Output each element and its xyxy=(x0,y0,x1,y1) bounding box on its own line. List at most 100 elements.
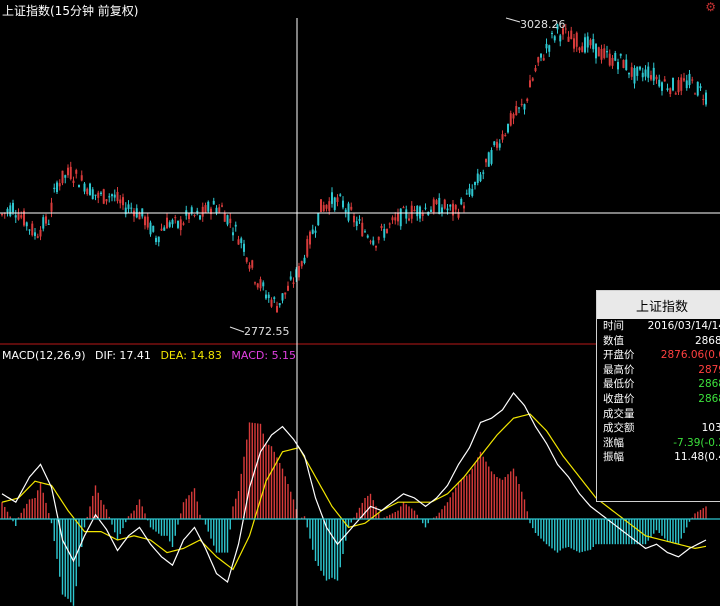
candle-body xyxy=(34,232,36,236)
candle-body xyxy=(146,216,149,228)
info-row-label: 成交额 xyxy=(603,422,635,435)
settings-icon[interactable]: ⚙ xyxy=(705,0,716,14)
candle-body xyxy=(540,53,542,58)
candle-body xyxy=(91,189,94,200)
candle-body xyxy=(333,197,336,210)
candle-body xyxy=(64,175,67,178)
candle-body xyxy=(25,222,28,227)
candle-body xyxy=(575,32,578,47)
candle-body xyxy=(105,199,108,202)
candle-body xyxy=(45,216,47,224)
candle-body xyxy=(53,187,56,189)
candle-body xyxy=(424,207,427,209)
candle-body xyxy=(353,215,355,223)
candle-body xyxy=(160,228,163,231)
candle-body xyxy=(83,183,86,192)
candle-body xyxy=(463,205,465,209)
candle-body xyxy=(614,52,617,61)
candle-body xyxy=(232,232,234,236)
candle-body xyxy=(265,294,267,299)
candle-body xyxy=(661,82,663,91)
candle-body xyxy=(523,104,526,110)
candle-body xyxy=(611,57,614,66)
candle-body xyxy=(394,217,397,221)
candle-body xyxy=(446,208,449,211)
candle-body xyxy=(559,35,562,42)
candle-body xyxy=(223,212,226,222)
candle-body xyxy=(460,199,463,205)
candle-body xyxy=(487,152,490,167)
info-row-label: 时间 xyxy=(603,320,624,332)
candle-body xyxy=(201,206,204,217)
candle-body xyxy=(545,43,548,49)
candle-body xyxy=(416,205,419,217)
candle-body xyxy=(328,201,331,211)
info-row-value: 2868 xyxy=(698,392,720,405)
candle-body xyxy=(454,205,457,210)
info-row: 时间 2016/03/14/14 xyxy=(597,319,720,334)
candle-body xyxy=(207,201,210,212)
candle-body xyxy=(237,239,240,245)
candle-body xyxy=(666,88,669,91)
candle-body xyxy=(259,279,262,289)
candle-body xyxy=(61,170,64,184)
candle-body xyxy=(402,207,405,209)
info-row-label: 数值 xyxy=(603,334,624,347)
candle-body xyxy=(168,222,171,227)
candle-body xyxy=(658,79,661,87)
candle-body xyxy=(204,205,207,213)
candle-body xyxy=(578,47,581,51)
candle-body xyxy=(358,219,361,221)
macd-indicator-name: MACD(12,26,9) xyxy=(2,349,86,362)
candle-body xyxy=(149,222,152,235)
candle-body xyxy=(75,170,78,174)
info-row: 最低价 2868 xyxy=(597,377,720,392)
candle-body xyxy=(586,36,589,48)
candle-body xyxy=(240,238,243,243)
candle-body xyxy=(361,222,364,237)
info-row-value: 2868 xyxy=(698,378,720,391)
info-row: 收盘价 2868 xyxy=(597,392,720,407)
candle-body xyxy=(292,282,295,284)
candle-body xyxy=(94,194,97,196)
candle-body xyxy=(196,210,199,213)
candle-body xyxy=(410,205,413,219)
candle-body xyxy=(490,150,493,164)
candle-body xyxy=(683,78,685,81)
info-row-value: 11.48(0.4 xyxy=(674,451,720,464)
candle-body xyxy=(317,213,320,226)
candle-body xyxy=(355,221,358,227)
candle-body xyxy=(226,215,229,225)
stock-chart-window[interactable]: 上证指数(15分钟 前复权) ⚙ 3028.26 2772.55 MACD(12… xyxy=(0,0,720,606)
candle-body xyxy=(12,202,14,213)
candle-body xyxy=(6,208,9,213)
candle-body xyxy=(677,80,680,93)
candle-body xyxy=(113,194,116,198)
candle-body xyxy=(314,230,317,233)
info-row-label: 涨幅 xyxy=(603,436,624,449)
candle-body xyxy=(28,229,31,231)
candle-body xyxy=(542,58,545,61)
candle-body xyxy=(270,299,273,307)
candle-body xyxy=(674,93,677,95)
candle-body xyxy=(188,213,190,220)
candle-body xyxy=(531,78,534,81)
candle-body xyxy=(633,68,636,84)
candle-body xyxy=(276,306,278,313)
candle-body xyxy=(14,215,17,218)
candle-body xyxy=(597,47,600,57)
info-row: 振幅 11.48(0.4 xyxy=(597,450,720,465)
candle-body xyxy=(245,257,248,262)
candle-body xyxy=(138,213,141,220)
candle-body xyxy=(89,183,91,196)
candle-body xyxy=(72,180,75,184)
candle-body xyxy=(122,197,124,206)
candle-body xyxy=(548,45,551,52)
candle-body xyxy=(17,213,20,220)
candle-body xyxy=(669,88,672,95)
candle-body xyxy=(663,79,666,82)
candle-body xyxy=(581,46,584,53)
info-row-value: 2016/03/14/14 xyxy=(647,320,720,332)
candle-body xyxy=(254,282,256,284)
candle-body xyxy=(702,99,705,101)
